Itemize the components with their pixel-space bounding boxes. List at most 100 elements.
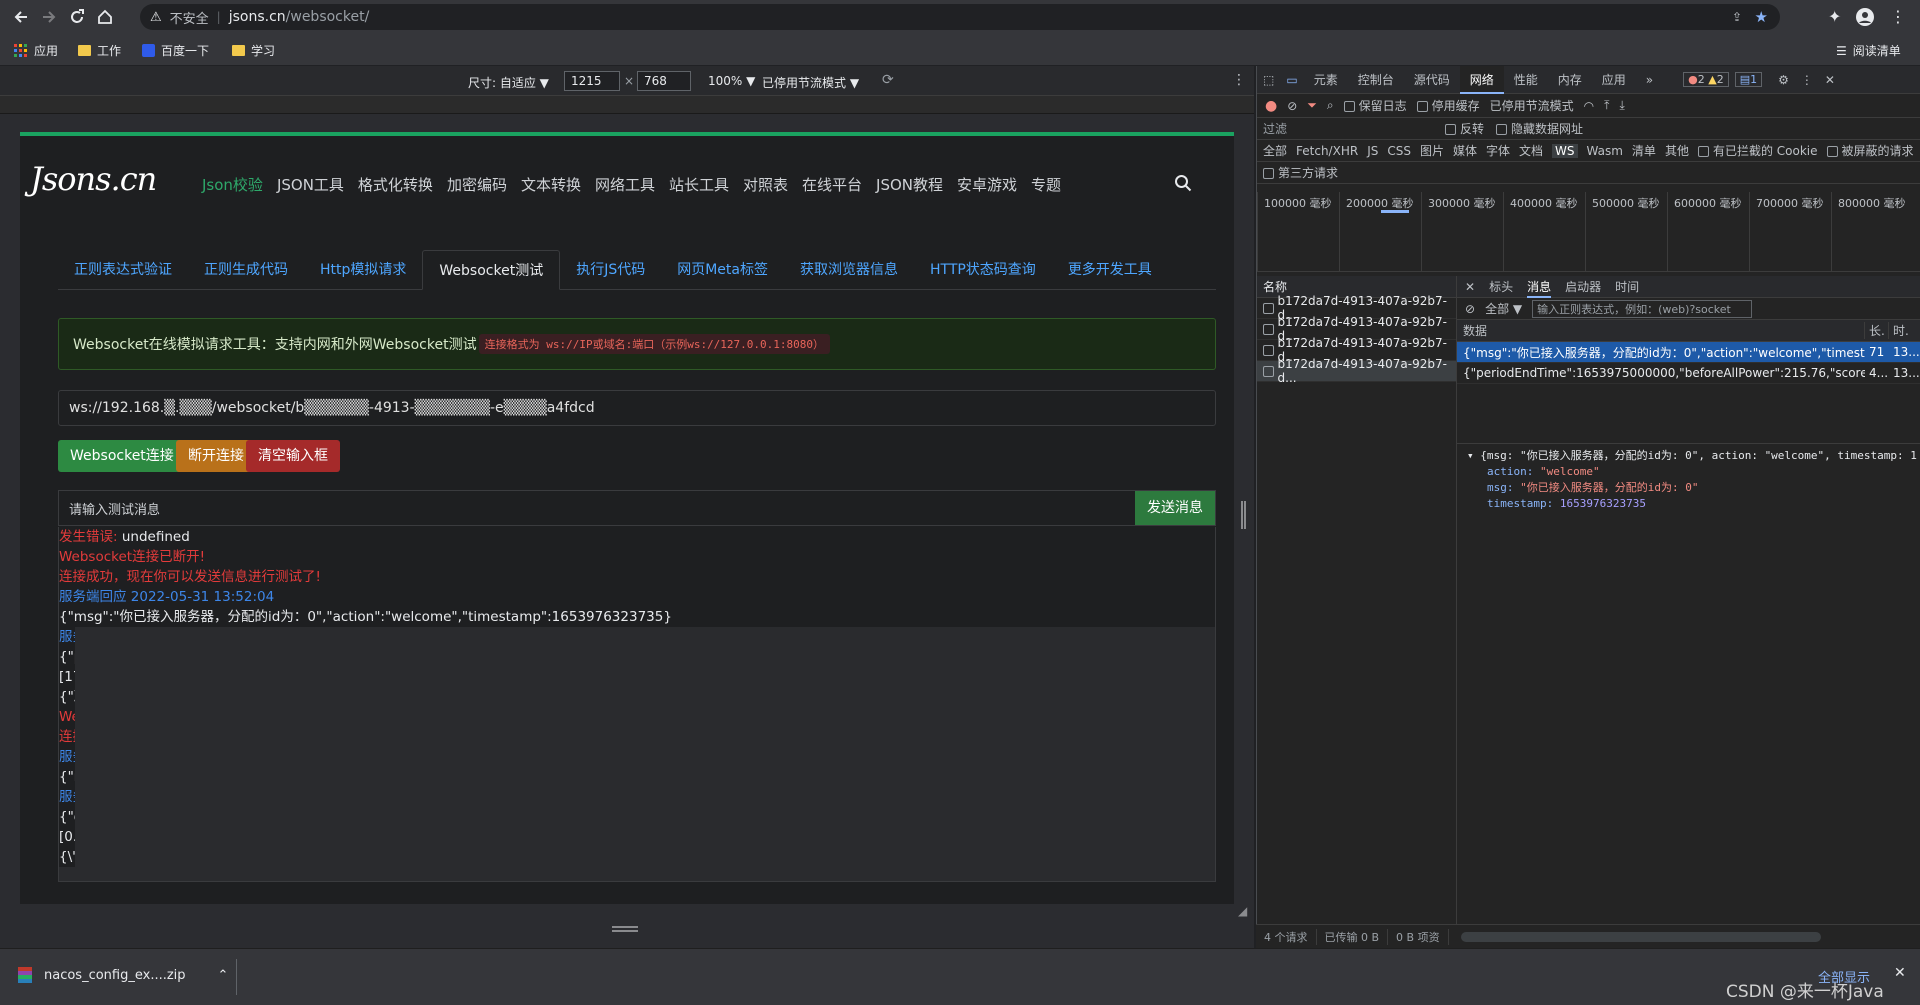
record-icon[interactable]: ● [1265,98,1277,114]
download-item[interactable]: nacos_config_ex....zip ⌃ [18,967,228,983]
nav-item[interactable]: 格式化转换 [358,174,433,195]
clear-input-button[interactable]: 清空输入框 [246,440,340,472]
close-shelf-icon[interactable]: ✕ [1894,965,1906,981]
zoom-select[interactable]: 100% ▼ [708,74,755,88]
tab-more-tools[interactable]: 更多开发工具 [1052,250,1168,290]
nav-item[interactable]: 加密编码 [447,174,507,195]
back-arrow-icon[interactable] [12,8,30,26]
menu-kebab-icon[interactable]: ⋮ [1890,7,1906,26]
disconnect-button[interactable]: 断开连接 [176,440,256,472]
height-input[interactable]: 768 [637,71,691,91]
bottom-resize-handle[interactable] [612,926,638,932]
nav-item[interactable]: 在线平台 [802,174,862,195]
network-overview-timeline[interactable]: 100000 毫秒 200000 毫秒 300000 毫秒 400000 毫秒 … [1257,192,1920,272]
dimensions-select[interactable]: 尺寸: 自适应 ▼ [468,74,549,91]
tab-http-status[interactable]: HTTP状态码查询 [914,250,1052,290]
search-icon[interactable]: ⌕ [1327,98,1334,113]
preserve-log-checkbox[interactable]: 保留日志 [1343,97,1407,114]
corner-resize-icon[interactable]: ◢ [1238,904,1247,918]
col-length[interactable]: 长. [1865,322,1889,339]
message-input[interactable]: 请输入测试消息 发送消息 [58,490,1216,526]
devtools-kebab-icon[interactable]: ⋮ [1801,73,1813,87]
right-resize-handle[interactable] [1241,501,1246,529]
tab-meta-tags[interactable]: 网页Meta标签 [661,250,784,290]
tab-run-js[interactable]: 执行JS代码 [560,250,661,290]
tab-websocket[interactable]: Websocket测试 [422,250,561,290]
reading-list[interactable]: ☰ 阅读清单 [1836,42,1901,59]
export-icon[interactable]: ⤓ [1619,98,1624,113]
devtools-tab-application[interactable]: 应用 [1592,66,1636,94]
websocket-url-input[interactable]: ws://192.168.▒.▒▒▒/websocket/b▒▒▒▒▒▒-491… [58,390,1216,426]
device-menu-kebab-icon[interactable]: ⋮ [1232,72,1246,88]
detail-horizontal-scrollbar[interactable] [1460,931,1821,942]
detail-tab-initiator[interactable]: 启动器 [1565,278,1601,295]
invert-checkbox[interactable]: 反转 [1445,120,1484,137]
type-css[interactable]: CSS [1387,144,1411,158]
inspect-element-icon[interactable]: ⬚ [1257,73,1280,87]
type-media[interactable]: 媒体 [1453,142,1477,159]
devtools-tab-elements[interactable]: 元素 [1304,66,1348,94]
nav-item[interactable]: 安卓游戏 [957,174,1017,195]
profile-avatar-icon[interactable] [1855,7,1875,27]
devtools-tab-performance[interactable]: 性能 [1504,66,1548,94]
col-data[interactable]: 数据 [1457,322,1865,339]
type-wasm[interactable]: Wasm [1587,144,1623,158]
disable-cache-checkbox[interactable]: 停用缓存 [1416,97,1480,114]
width-input[interactable]: 1215 [564,71,620,91]
settings-gear-icon[interactable]: ⚙ [1778,73,1789,87]
type-fetch-xhr[interactable]: Fetch/XHR [1296,144,1358,158]
type-font[interactable]: 字体 [1486,142,1510,159]
request-row-selected[interactable]: b172da7d-4913-407a-92b7-d... [1257,357,1456,385]
issues-counter[interactable]: ●2 ▲2 [1683,72,1729,87]
nav-item[interactable]: JSON教程 [876,174,943,195]
share-icon[interactable]: ⇪ [1732,10,1742,24]
tab-http-mock[interactable]: Http模拟请求 [304,250,422,290]
close-icon[interactable]: ✕ [1825,73,1835,87]
detail-tab-headers[interactable]: 标头 [1489,278,1513,295]
site-logo[interactable]: Jsons.cn [30,160,157,198]
chevron-up-icon[interactable]: ⌃ [218,968,229,983]
wifi-icon[interactable]: ◠ [1584,99,1594,113]
blocked-cookies-checkbox[interactable]: 有已拦截的 Cookie [1697,142,1818,159]
nav-item[interactable]: JSON工具 [277,174,344,195]
message-json-tree[interactable]: ▾ {msg: "你已接入服务器，分配的id为: 0", action: "we… [1457,444,1920,516]
rotate-icon[interactable]: ⟳ [882,72,894,88]
reload-icon[interactable] [68,8,86,26]
detail-tab-messages[interactable]: 消息 [1527,276,1552,298]
close-detail-icon[interactable]: ✕ [1465,280,1475,294]
tab-regex-codegen[interactable]: 正则生成代码 [188,250,304,290]
response-log[interactable]: 发生错误: undefined Websocket连接已断开! 连接成功，现在你可以… [58,527,1216,882]
messages-counter[interactable]: ▤1 [1734,72,1763,87]
type-manifest[interactable]: 清单 [1632,142,1656,159]
devtools-tab-console[interactable]: 控制台 [1348,66,1404,94]
device-toggle-icon[interactable]: ▭ [1280,73,1303,87]
bookmark-star-icon[interactable]: ★ [1755,8,1768,26]
extensions-puzzle-icon[interactable]: ✦ [1828,7,1841,26]
message-frame-received[interactable]: {"periodEndTime":1653975000000,"beforeAl… [1457,363,1920,384]
nav-item[interactable]: 站长工具 [669,174,729,195]
tree-root[interactable]: ▾ {msg: "你已接入服务器，分配的id为: 0", action: "we… [1467,448,1917,464]
clear-icon[interactable]: ⊘ [1287,99,1297,113]
hide-data-urls-checkbox[interactable]: 隐藏数据网址 [1496,120,1583,137]
bookmark-apps[interactable]: 应用 [14,42,58,59]
bookmark-baidu[interactable]: 百度一下 [142,42,209,59]
detail-tab-timing[interactable]: 时间 [1615,278,1639,295]
nav-item[interactable]: 专题 [1031,174,1061,195]
throttle-select[interactable]: 已停用节流模式 [1490,97,1574,114]
log-vertical-scrollbar[interactable] [75,627,1215,881]
message-frame-received[interactable]: {"msg":"你已接入服务器，分配的id为：0","action":"welc… [1457,342,1920,363]
col-time[interactable]: 时. [1889,322,1919,339]
clear-messages-icon[interactable]: ⊘ [1465,302,1475,316]
type-img[interactable]: 图片 [1420,142,1444,159]
tab-browser-info[interactable]: 获取浏览器信息 [784,250,914,290]
type-all[interactable]: 全部 [1263,142,1287,159]
devtools-tab-network[interactable]: 网络 [1459,65,1504,94]
devtools-tab-memory[interactable]: 内存 [1548,66,1592,94]
bookmark-work[interactable]: 工作 [78,42,121,59]
type-doc[interactable]: 文档 [1519,142,1543,159]
search-icon[interactable] [1174,174,1192,192]
log-horizontal-scrollbar[interactable] [59,867,1199,881]
throttle-select[interactable]: 已停用节流模式 ▼ [762,74,859,91]
nav-item[interactable]: 网络工具 [595,174,655,195]
nav-item[interactable]: Json校验 [202,174,263,195]
